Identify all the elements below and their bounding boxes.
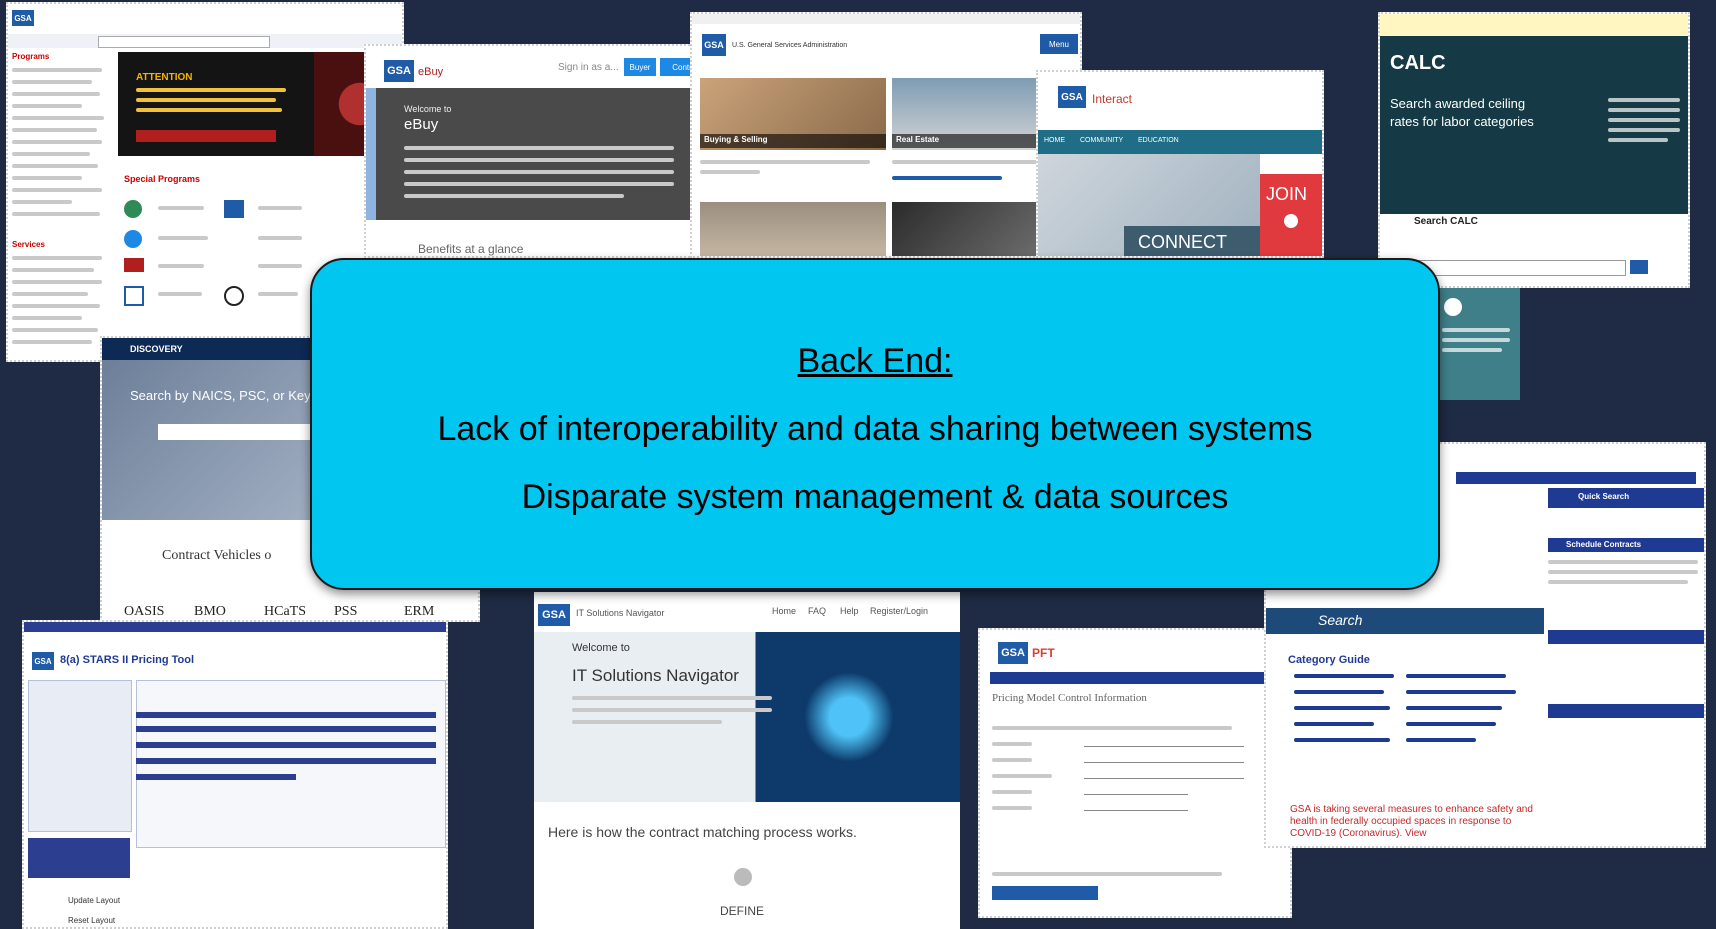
join-label: JOIN bbox=[1266, 184, 1308, 204]
gsa-logo: GSA bbox=[384, 60, 414, 82]
pft-section-title: Pricing Model Control Information bbox=[992, 692, 1147, 704]
calc-search-button[interactable] bbox=[1630, 260, 1648, 274]
ebuy-hero: Welcome to eBuy bbox=[366, 88, 700, 220]
nav-register[interactable]: Register/Login bbox=[870, 606, 928, 616]
category-guide-title: Category Guide bbox=[1288, 654, 1370, 666]
stars-title: 8(a) STARS II Pricing Tool bbox=[60, 654, 195, 666]
navigator-brand: IT Solutions Navigator bbox=[576, 608, 665, 618]
benefits-heading: Benefits at a glance bbox=[418, 242, 524, 256]
calc-hero: CALC Search awarded ceiling rates for la… bbox=[1380, 36, 1688, 214]
gsa-logo: GSA bbox=[702, 34, 726, 56]
menu-button[interactable]: Menu bbox=[1040, 34, 1078, 54]
back-end-callout: Back End: Lack of interoperability and d… bbox=[310, 258, 1440, 590]
card-buying-selling: Buying & Selling bbox=[704, 135, 768, 144]
sign-in-text: Sign in as a... bbox=[558, 62, 619, 73]
callout-point-interoperability: Lack of interoperability and data sharin… bbox=[437, 410, 1313, 448]
callout-point-disparate-systems: Disparate system management & data sourc… bbox=[521, 478, 1229, 516]
pft-select[interactable] bbox=[1084, 802, 1188, 811]
gsa-logo: GSA bbox=[1058, 86, 1086, 108]
nav-home[interactable]: Home bbox=[772, 606, 796, 616]
callout-heading: Back End: bbox=[797, 342, 953, 380]
schedules-title: Schedule Contracts bbox=[1566, 540, 1642, 549]
gsa-logo: GSA bbox=[12, 10, 34, 26]
gsa-logo: GSA bbox=[998, 642, 1028, 664]
navigator-hero: Welcome to IT Solutions Navigator bbox=[534, 632, 960, 802]
pft-select[interactable] bbox=[1084, 786, 1188, 795]
vehicle-oasis[interactable]: OASIS bbox=[124, 604, 164, 620]
attention-banner: ATTENTION bbox=[118, 52, 314, 156]
screenshot-calc: CALC Search awarded ceiling rates for la… bbox=[1378, 12, 1690, 288]
screenshot-stars: GSA 8(a) STARS II Pricing Tool Update La… bbox=[22, 620, 448, 929]
interact-nav: HOME COMMUNITY EDUCATION bbox=[1038, 130, 1260, 154]
site-name: U.S. General Services Administration bbox=[732, 42, 848, 49]
discovery-search-hint: Search by NAICS, PSC, or Keyw bbox=[130, 388, 321, 403]
reset-layout-button[interactable]: Reset Layout bbox=[68, 916, 115, 925]
calc-search-title: Search CALC bbox=[1414, 216, 1478, 227]
contract-vehicles-heading: Contract Vehicles o bbox=[162, 548, 272, 563]
programs-title: Special Programs bbox=[124, 174, 201, 184]
card-real-estate: Real Estate bbox=[896, 135, 940, 144]
calc-title: CALC bbox=[1390, 52, 1446, 74]
covid-notice: GSA is taking several measures to enhanc… bbox=[1290, 804, 1533, 839]
vehicle-hcats[interactable]: HCaTS bbox=[264, 604, 306, 620]
pft-submit-button[interactable] bbox=[992, 886, 1098, 900]
vehicle-pss[interactable]: PSS bbox=[334, 604, 357, 620]
gsa-logo: GSA bbox=[32, 652, 54, 670]
nav-help[interactable]: Help bbox=[840, 606, 859, 616]
screenshot-interact-right: JOIN bbox=[1260, 70, 1324, 258]
nav-community[interactable]: COMMUNITY bbox=[1080, 137, 1123, 144]
calc-tagline-1: Search awarded ceiling bbox=[1390, 96, 1526, 111]
nav-education[interactable]: EDUCATION bbox=[1138, 137, 1179, 144]
services-heading: Services bbox=[12, 240, 45, 249]
buyer-button[interactable]: Buyer bbox=[624, 58, 656, 76]
calc-tagline-2: rates for labor categories bbox=[1390, 114, 1534, 129]
quick-search-title: Quick Search bbox=[1578, 492, 1630, 501]
define-step: DEFINE bbox=[720, 904, 765, 918]
pft-input[interactable] bbox=[1084, 770, 1244, 779]
connect-label: CONNECT bbox=[1138, 232, 1227, 252]
pft-input[interactable] bbox=[1084, 738, 1244, 747]
screenshot-info bbox=[1432, 288, 1520, 400]
update-layout-button[interactable]: Update Layout bbox=[68, 896, 120, 905]
screenshot-pft: GSA PFT Pricing Model Control Informatio… bbox=[978, 628, 1292, 918]
search-label: Search bbox=[1318, 612, 1363, 628]
pft-input[interactable] bbox=[1084, 754, 1244, 763]
ebuy-brand: eBuy bbox=[418, 66, 444, 78]
interact-brand: Interact bbox=[1092, 92, 1133, 106]
screenshot-ebuy: GSA eBuy Sign in as a... Buyer Contr Wel… bbox=[364, 44, 702, 258]
screenshot-interact: GSA Interact HOME COMMUNITY EDUCATION CO… bbox=[1036, 70, 1262, 258]
nav-faq[interactable]: FAQ bbox=[808, 606, 826, 616]
vehicle-bmo[interactable]: BMO bbox=[194, 604, 226, 620]
pft-brand: PFT bbox=[1032, 646, 1055, 660]
discovery-title: DISCOVERY bbox=[130, 344, 183, 354]
nav-home[interactable]: HOME bbox=[1044, 137, 1065, 144]
define-step-icon bbox=[734, 868, 752, 886]
calc-search-input[interactable] bbox=[1414, 260, 1626, 276]
gsa-logo: GSA bbox=[538, 604, 570, 626]
how-it-works: Here is how the contract matching proces… bbox=[548, 824, 857, 840]
programs-heading: Programs bbox=[12, 52, 50, 61]
screenshot-it-navigator: GSA IT Solutions Navigator Home FAQ Help… bbox=[534, 592, 960, 929]
search-bar bbox=[1266, 608, 1544, 634]
screenshot-gsa-gov: GSA U.S. General Services Administration… bbox=[690, 12, 1082, 258]
vehicle-erm[interactable]: ERM bbox=[404, 604, 434, 620]
